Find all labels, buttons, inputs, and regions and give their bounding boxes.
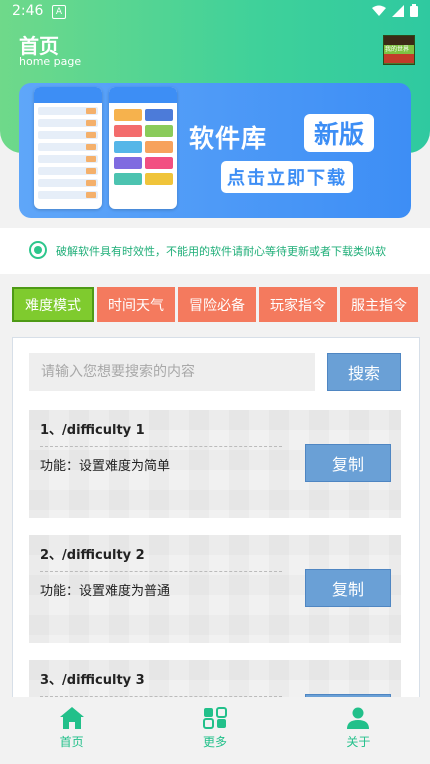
command-description: 功能：设置难度为简单 [40,459,171,474]
category-tabs: 难度模式 时间天气 冒险必备 玩家指令 服主指令 [12,287,418,322]
command-panel: 搜索 1、/difficulty 1 功能：设置难度为简单 复制 2、/diff… [12,337,420,699]
search-button[interactable]: 搜索 [327,353,401,391]
nav-label-home: 首页 [59,735,84,749]
battery-icon [410,4,418,17]
status-bar: 2:46 A [0,0,430,24]
tab-adventure[interactable]: 冒险必备 [178,287,256,322]
status-time: 2:46 [12,3,44,19]
page-subtitle: home page [19,55,82,68]
command-card: 2、/difficulty 2 功能：设置难度为普通 复制 [29,535,401,643]
promo-banner[interactable]: 软件库 新版 点击立即下载 [19,83,411,218]
tab-time-weather[interactable]: 时间天气 [97,287,175,322]
banner-headline: 软件库 [189,124,268,153]
copy-button[interactable]: 复制 [305,444,391,482]
nav-item-home[interactable]: 首页 [0,697,143,764]
nav-label-more: 更多 [202,735,227,749]
nav-item-more[interactable]: 更多 [143,697,286,764]
banner-new-badge: 新版 [304,114,375,152]
copy-button[interactable]: 复制 [305,569,391,607]
notice-bar: 破解软件具有时效性，不能用的软件请耐心等待更新或者下载类似软 [0,228,430,274]
command-text: 3、/difficulty 3 [40,673,145,688]
app-avatar[interactable]: 我的世界 [383,35,415,65]
notification-a-icon: A [52,5,66,19]
command-text: 1、/difficulty 1 [40,423,145,438]
tab-player-commands[interactable]: 玩家指令 [259,287,337,322]
home-icon [59,707,84,729]
user-icon [347,707,370,729]
info-dot-icon [29,241,47,259]
command-description: 功能：设置难度为普通 [40,584,171,599]
bottom-nav: 首页 更多 关于 [0,697,430,764]
command-text: 2、/difficulty 2 [40,548,145,563]
signal-icon [392,4,404,17]
search-input[interactable] [29,353,315,391]
phone-mockup-left [34,87,102,209]
tab-difficulty[interactable]: 难度模式 [12,287,94,322]
nav-item-about[interactable]: 关于 [287,697,430,764]
more-icon [202,707,227,729]
notice-text: 破解软件具有时效性，不能用的软件请耐心等待更新或者下载类似软 [56,245,386,258]
divider [40,571,282,572]
command-card: 3、/difficulty 3 复制 [29,660,401,698]
command-card: 1、/difficulty 1 功能：设置难度为简单 复制 [29,410,401,518]
divider [40,446,282,447]
banner-download-button[interactable]: 点击立即下载 [221,161,353,193]
phone-mockup-right [109,87,177,209]
tab-server-commands[interactable]: 服主指令 [340,287,418,322]
nav-label-about: 关于 [346,735,371,749]
avatar-text: 我的世界 [385,46,410,53]
wifi-icon [372,5,386,16]
